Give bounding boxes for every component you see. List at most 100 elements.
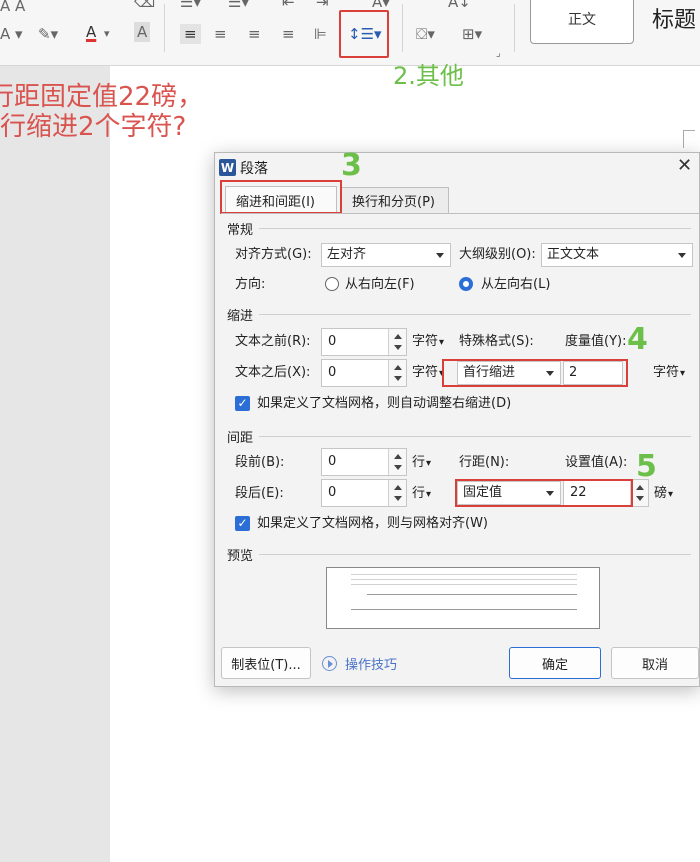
space-after-value: 0 bbox=[328, 485, 337, 500]
space-after-unit[interactable]: 行 bbox=[412, 485, 431, 504]
tab-line-page-breaks[interactable]: 换行和分页(P) bbox=[341, 187, 449, 213]
spin-buttons[interactable] bbox=[388, 329, 406, 355]
preview-line bbox=[351, 609, 577, 610]
spin-down-icon[interactable] bbox=[394, 345, 402, 350]
align-left-icon[interactable]: ≡ bbox=[180, 24, 201, 44]
special-format-label: 特殊格式(S): bbox=[459, 334, 534, 349]
indent-before-input[interactable]: 0 bbox=[321, 328, 407, 356]
checkbox-snap-to-grid[interactable]: ✓ bbox=[235, 516, 250, 531]
indent-before-unit[interactable]: 字符 bbox=[412, 333, 444, 352]
decrease-indent-icon[interactable]: ⇤ bbox=[282, 0, 295, 12]
space-before-unit[interactable]: 行 bbox=[412, 454, 431, 473]
paragraph-dialog-launcher-icon[interactable]: ⌟ bbox=[496, 44, 501, 64]
indent-after-value: 0 bbox=[328, 365, 337, 380]
indent-after-unit[interactable]: 字符 bbox=[412, 364, 444, 383]
spin-buttons[interactable] bbox=[388, 360, 406, 386]
spin-buttons[interactable] bbox=[388, 449, 406, 475]
preview-line bbox=[367, 594, 577, 595]
ribbon-toolbar: A A A ▾ ✎▾ A ▾ A ⌫ ☰▾ ☰▾ ⇤ ⇥ ≡ ≡ ≡ ≡ ⊫ ↕… bbox=[0, 0, 700, 66]
preview-line bbox=[351, 579, 577, 580]
preview-line bbox=[351, 584, 577, 585]
checkbox-auto-right-indent[interactable]: ✓ bbox=[235, 396, 250, 411]
align-right-icon[interactable]: ≡ bbox=[248, 24, 261, 44]
font-size-icon[interactable]: A A bbox=[0, 0, 25, 16]
space-before-value: 0 bbox=[328, 454, 337, 469]
cancel-button[interactable]: 取消 bbox=[611, 647, 699, 679]
chevron-down-icon bbox=[678, 253, 686, 258]
space-after-input[interactable]: 0 bbox=[321, 479, 407, 507]
tabs-button[interactable]: 制表位(T)... bbox=[221, 647, 311, 679]
step-4-label: 4 bbox=[627, 322, 648, 357]
char-shading-icon[interactable]: A bbox=[134, 22, 151, 42]
show-marks-icon[interactable]: A↓ bbox=[448, 0, 471, 12]
instruction-line-2: 首行缩进2个字符? bbox=[0, 112, 187, 142]
sort-icon[interactable]: A▾ bbox=[372, 0, 390, 12]
space-before-input[interactable]: 0 bbox=[321, 448, 407, 476]
auto-right-indent-label: 如果定义了文档网格，则自动调整右缩进(D) bbox=[257, 396, 512, 411]
section-preview: 预览 bbox=[227, 549, 254, 564]
style-normal[interactable]: 正文 bbox=[530, 0, 634, 44]
clear-format-icon[interactable]: ⌫ bbox=[134, 0, 155, 12]
tab-highlight bbox=[220, 180, 342, 214]
bullets-icon[interactable]: ☰▾ bbox=[180, 0, 201, 12]
spin-buttons[interactable] bbox=[388, 480, 406, 506]
paragraph-preview bbox=[326, 567, 600, 629]
space-after-label: 段后(E): bbox=[235, 486, 284, 501]
spin-up-icon[interactable] bbox=[394, 485, 402, 490]
style-heading[interactable]: 标题 bbox=[652, 2, 696, 34]
section-divider bbox=[259, 228, 691, 229]
align-center-icon[interactable]: ≡ bbox=[214, 24, 227, 44]
paragraph-dialog: W 段落 ✕ 3 缩进和间距(I) 换行和分页(P) 常规 对齐方式(G): 左… bbox=[214, 148, 700, 687]
close-icon[interactable]: ✕ bbox=[677, 155, 692, 176]
radio-rtl[interactable] bbox=[325, 277, 339, 291]
wps-writer-icon: W bbox=[219, 159, 236, 176]
font-color-dropdown-icon[interactable]: ▾ bbox=[104, 24, 110, 44]
ribbon-divider bbox=[164, 4, 165, 52]
tips-link[interactable]: 操作技巧 bbox=[345, 654, 397, 673]
shading-bucket-icon[interactable]: ⛋▾ bbox=[416, 24, 435, 44]
ribbon-divider bbox=[514, 4, 515, 52]
spin-down-icon[interactable] bbox=[394, 376, 402, 381]
alignment-label: 对齐方式(G): bbox=[235, 247, 312, 262]
borders-icon[interactable]: ⊞▾ bbox=[462, 24, 482, 44]
spin-up-icon[interactable] bbox=[394, 365, 402, 370]
text-effect-icon[interactable]: A ▾ bbox=[0, 24, 23, 44]
preview-line bbox=[351, 574, 577, 575]
page-corner-mark bbox=[683, 130, 695, 131]
indent-after-label: 文本之后(X): bbox=[235, 365, 311, 380]
measure-unit[interactable]: 字符 bbox=[653, 364, 685, 383]
alignment-value: 左对齐 bbox=[327, 247, 367, 262]
set-value-unit[interactable]: 磅 bbox=[654, 485, 673, 504]
increase-indent-icon[interactable]: ⇥ bbox=[316, 0, 329, 12]
direction-label: 方向: bbox=[235, 277, 266, 292]
play-circle-icon[interactable] bbox=[322, 656, 337, 671]
ltr-label: 从左向右(L) bbox=[481, 277, 551, 292]
distributed-align-icon[interactable]: ⊫ bbox=[314, 24, 327, 44]
spin-up-icon[interactable] bbox=[636, 485, 644, 490]
indent-highlight bbox=[442, 359, 628, 387]
section-spacing: 间距 bbox=[227, 431, 254, 446]
font-color-icon[interactable]: A bbox=[86, 22, 96, 42]
outline-level-label: 大纲级别(O): bbox=[459, 247, 536, 262]
step-3-label: 3 bbox=[341, 148, 362, 183]
indent-after-input[interactable]: 0 bbox=[321, 359, 407, 387]
line-spacing-highlight bbox=[455, 479, 633, 507]
alignment-select[interactable]: 左对齐 bbox=[321, 243, 451, 267]
numbering-icon[interactable]: ☰▾ bbox=[228, 0, 249, 12]
ok-button[interactable]: 确定 bbox=[509, 647, 601, 679]
spin-up-icon[interactable] bbox=[394, 334, 402, 339]
spin-down-icon[interactable] bbox=[394, 496, 402, 501]
justify-icon[interactable]: ≡ bbox=[282, 24, 295, 44]
spin-up-icon[interactable] bbox=[394, 454, 402, 459]
spin-down-icon[interactable] bbox=[394, 465, 402, 470]
step-2-label: 2.其他 bbox=[393, 62, 464, 90]
section-general: 常规 bbox=[227, 223, 254, 238]
line-spacing-highlight bbox=[339, 10, 389, 58]
dialog-title: 段落 bbox=[240, 161, 268, 177]
line-spacing-label: 行距(N): bbox=[459, 455, 510, 470]
spin-down-icon[interactable] bbox=[636, 496, 644, 501]
outline-level-select[interactable]: 正文文本 bbox=[541, 243, 693, 267]
radio-ltr[interactable] bbox=[459, 277, 473, 291]
highlight-pen-icon[interactable]: ✎▾ bbox=[38, 24, 58, 44]
space-before-label: 段前(B): bbox=[235, 455, 285, 470]
